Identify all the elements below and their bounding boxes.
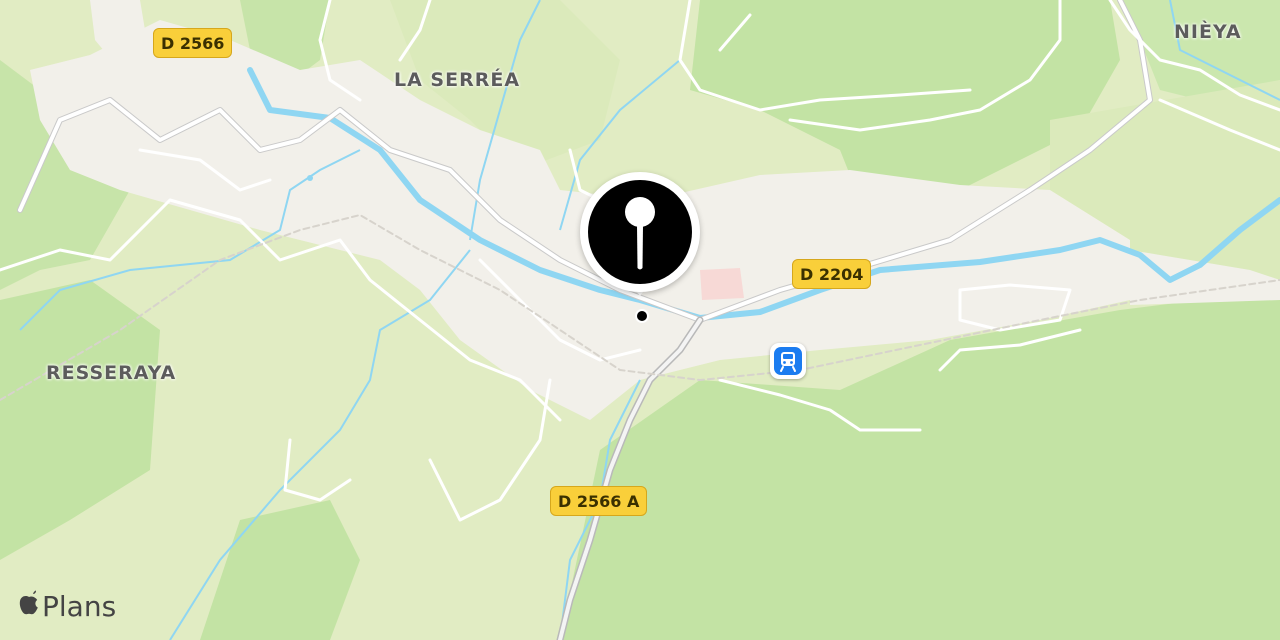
road-shield-d2566a[interactable]: D 2566 A xyxy=(550,486,648,516)
hospital-area xyxy=(700,268,744,300)
pond xyxy=(307,175,313,181)
train-station-icon xyxy=(774,347,802,375)
maps-attribution[interactable]: Plans xyxy=(18,590,116,623)
place-label-nieya[interactable]: NIÈYA xyxy=(1174,21,1242,43)
marker-location-dot xyxy=(635,309,649,323)
location-marker[interactable] xyxy=(580,172,700,323)
map-canvas[interactable]: LA SERRÉA NIÈYA RESSERAYA D 2566 D 2204 … xyxy=(0,0,1280,640)
road-shield-d2566[interactable]: D 2566 xyxy=(153,28,233,58)
road-shield-d2204[interactable]: D 2204 xyxy=(792,259,872,289)
train-station-poi[interactable] xyxy=(770,343,806,379)
place-label-resseraya[interactable]: RESSERAYA xyxy=(46,362,176,384)
place-label-la-serrea[interactable]: LA SERRÉA xyxy=(394,69,520,91)
attribution-text: Plans xyxy=(42,590,117,623)
apple-logo-icon xyxy=(18,590,40,623)
map-pin-icon xyxy=(588,180,692,284)
marker-disc xyxy=(580,172,700,292)
